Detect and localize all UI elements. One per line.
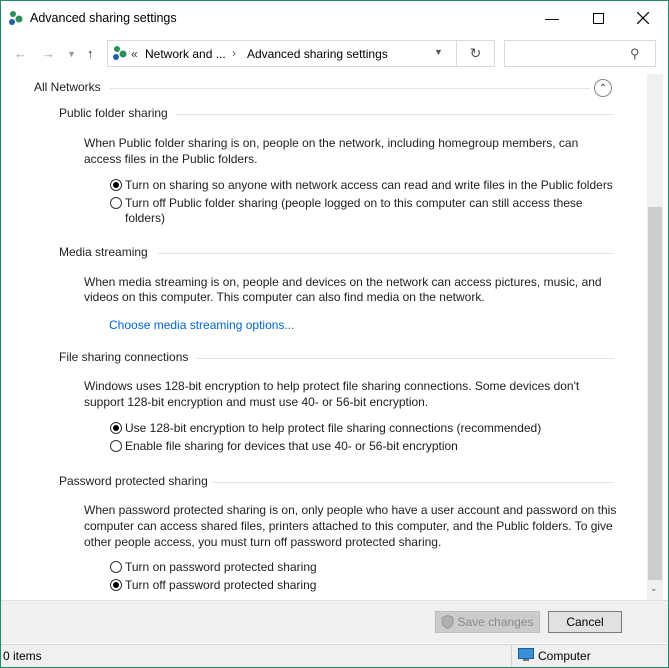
arrow-left-icon: ←: [14, 46, 27, 61]
divider: [158, 253, 614, 254]
breadcrumb-current[interactable]: Advanced sharing settings: [247, 47, 388, 61]
chevron-down-icon: ▼: [434, 47, 443, 57]
encryption-128-label[interactable]: Use 128-bit encryption to help protect f…: [125, 420, 541, 436]
password-on-label[interactable]: Turn on password protected sharing: [125, 559, 317, 575]
public-folder-on-radio[interactable]: [110, 179, 122, 191]
arrow-up-icon: ↑: [87, 46, 94, 61]
public-folder-off-radio[interactable]: [110, 197, 122, 209]
password-off-radio[interactable]: [110, 579, 122, 591]
recent-locations-button[interactable]: ▼: [67, 49, 76, 59]
divider: [196, 358, 614, 359]
maximize-icon: [592, 12, 604, 24]
minimize-button[interactable]: —: [529, 0, 575, 36]
media-streaming-heading: Media streaming: [59, 245, 148, 259]
public-folder-desc-line1: When Public folder sharing is on, people…: [84, 136, 579, 150]
search-icon: ⚲: [630, 46, 640, 61]
breadcrumb-separator-icon[interactable]: ›: [232, 46, 236, 60]
shield-icon: [441, 615, 454, 629]
scroll-down-button[interactable]: ⌄: [650, 583, 658, 594]
status-divider: [511, 645, 512, 667]
refresh-icon: ↻: [469, 45, 482, 61]
computer-icon: [518, 648, 534, 661]
public-folder-off-label[interactable]: Turn off Public folder sharing (people l…: [125, 195, 583, 211]
public-folder-off-label-cont[interactable]: folders): [125, 210, 165, 226]
chevron-down-icon: ⌄: [650, 583, 658, 593]
zone-label: Computer: [538, 649, 591, 663]
password-sharing-heading: Password protected sharing: [59, 474, 208, 488]
divider: [213, 482, 614, 483]
file-sharing-desc-line2: support 128-bit encryption and must use …: [84, 395, 429, 409]
breadcrumb-network[interactable]: Network and ...: [145, 47, 226, 61]
password-desc-line1: When password protected sharing is on, o…: [84, 503, 617, 517]
minimize-icon: —: [545, 10, 559, 26]
address-dropdown-button[interactable]: ▼: [434, 47, 443, 57]
maximize-button[interactable]: [575, 0, 621, 36]
media-desc-line2: videos on this computer. This computer c…: [84, 290, 485, 304]
window-title: Advanced sharing settings: [30, 11, 177, 25]
arrow-right-icon: →: [42, 46, 55, 61]
collapse-button[interactable]: ⌃: [594, 79, 612, 97]
chevron-down-icon: ▼: [67, 49, 76, 59]
file-sharing-desc-line1: Windows uses 128-bit encryption to help …: [84, 379, 580, 393]
file-sharing-heading: File sharing connections: [59, 350, 189, 364]
close-button[interactable]: [620, 0, 666, 36]
chevron-up-icon: ⌃: [598, 82, 608, 94]
cancel-label: Cancel: [566, 615, 604, 629]
close-icon: [637, 12, 649, 24]
password-desc-line2: computer can access shared files, printe…: [84, 519, 613, 533]
forward-button[interactable]: →: [42, 46, 55, 61]
public-folder-heading: Public folder sharing: [59, 106, 168, 120]
save-changes-button[interactable]: Save changes: [435, 611, 540, 633]
refresh-button[interactable]: ↻: [457, 40, 495, 67]
divider: [110, 88, 590, 89]
public-folder-on-label[interactable]: Turn on sharing so anyone with network a…: [125, 177, 613, 193]
breadcrumb-overflow[interactable]: «: [131, 47, 138, 61]
all-networks-heading: All Networks: [34, 80, 101, 94]
media-desc-line1: When media streaming is on, people and d…: [84, 275, 602, 289]
encryption-40-56-label[interactable]: Enable file sharing for devices that use…: [125, 438, 458, 454]
password-on-radio[interactable]: [110, 561, 122, 573]
network-icon: [113, 46, 127, 60]
back-button[interactable]: ←: [14, 46, 27, 61]
scrollbar-thumb[interactable]: [648, 207, 662, 580]
network-app-icon: [9, 11, 23, 25]
encryption-128-radio[interactable]: [110, 422, 122, 434]
password-desc-line3: other people access, you must turn off p…: [84, 535, 442, 549]
up-button[interactable]: ↑: [87, 46, 94, 61]
cancel-button[interactable]: Cancel: [548, 611, 622, 633]
public-folder-desc-line2: access files in the Public folders.: [84, 152, 258, 166]
item-count: 0 items: [3, 649, 42, 663]
media-streaming-options-link[interactable]: Choose media streaming options...: [109, 318, 294, 332]
divider: [176, 114, 614, 115]
encryption-40-56-radio[interactable]: [110, 440, 122, 452]
save-changes-label: Save changes: [457, 615, 534, 629]
password-off-label[interactable]: Turn off password protected sharing: [125, 577, 316, 593]
